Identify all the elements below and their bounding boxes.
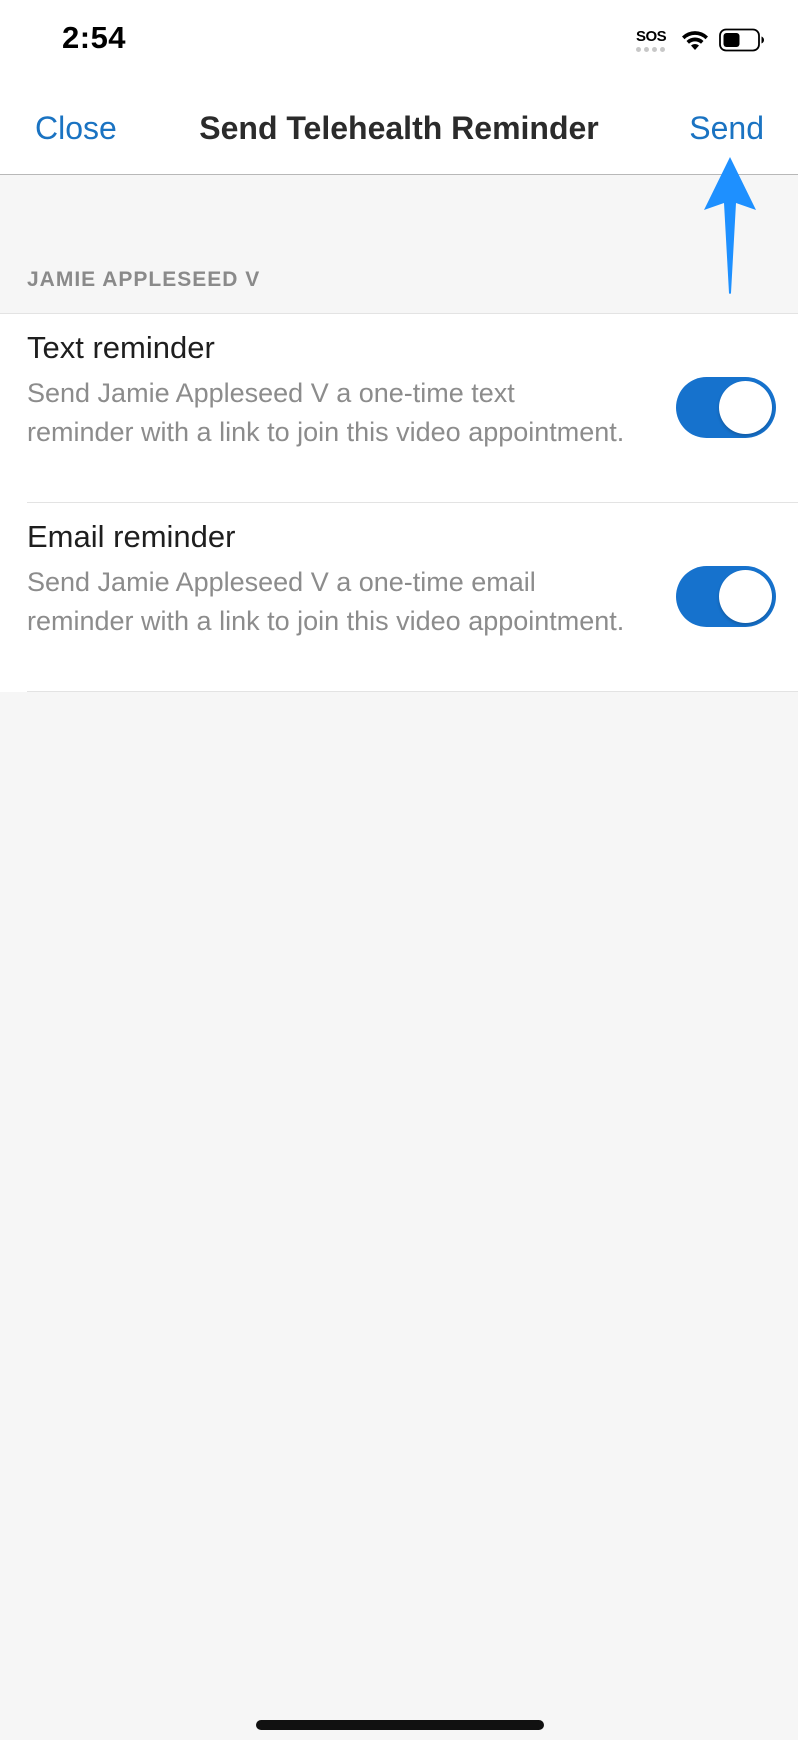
list-item-text-reminder: Text reminder Send Jamie Appleseed V a o…: [27, 314, 798, 503]
sos-indicator: SOS: [636, 29, 668, 55]
reminder-description: Send Jamie Appleseed V a one-time text r…: [27, 378, 625, 447]
reminder-list: Text reminder Send Jamie Appleseed V a o…: [0, 313, 798, 692]
home-indicator[interactable]: [256, 1720, 544, 1730]
status-bar: 2:54 SOS: [0, 0, 798, 90]
battery-icon: [719, 28, 764, 52]
reminder-title: Email reminder: [27, 519, 236, 554]
nav-bar: Close Send Telehealth Reminder Send: [0, 90, 798, 175]
wifi-icon: [682, 31, 708, 50]
send-button[interactable]: Send: [689, 110, 764, 147]
toggle-knob: [719, 381, 772, 434]
section-header-patient: JAMIE APPLESEED V: [27, 268, 261, 291]
sos-label: SOS: [636, 28, 667, 45]
screen: 2:54 SOS Close Send Telehealth Reminder …: [0, 0, 798, 1740]
text-reminder-toggle[interactable]: [676, 377, 776, 438]
toggle-knob: [719, 570, 772, 623]
signal-dots-icon: [636, 47, 668, 52]
page-title: Send Telehealth Reminder: [199, 110, 599, 146]
reminder-title: Text reminder: [27, 330, 215, 365]
status-time: 2:54: [62, 20, 127, 55]
email-reminder-toggle[interactable]: [676, 566, 776, 627]
reminder-description: Send Jamie Appleseed V a one-time email …: [27, 567, 625, 636]
annotation-arrow-up-icon: [704, 157, 756, 294]
list-item-email-reminder: Email reminder Send Jamie Appleseed V a …: [27, 503, 798, 692]
